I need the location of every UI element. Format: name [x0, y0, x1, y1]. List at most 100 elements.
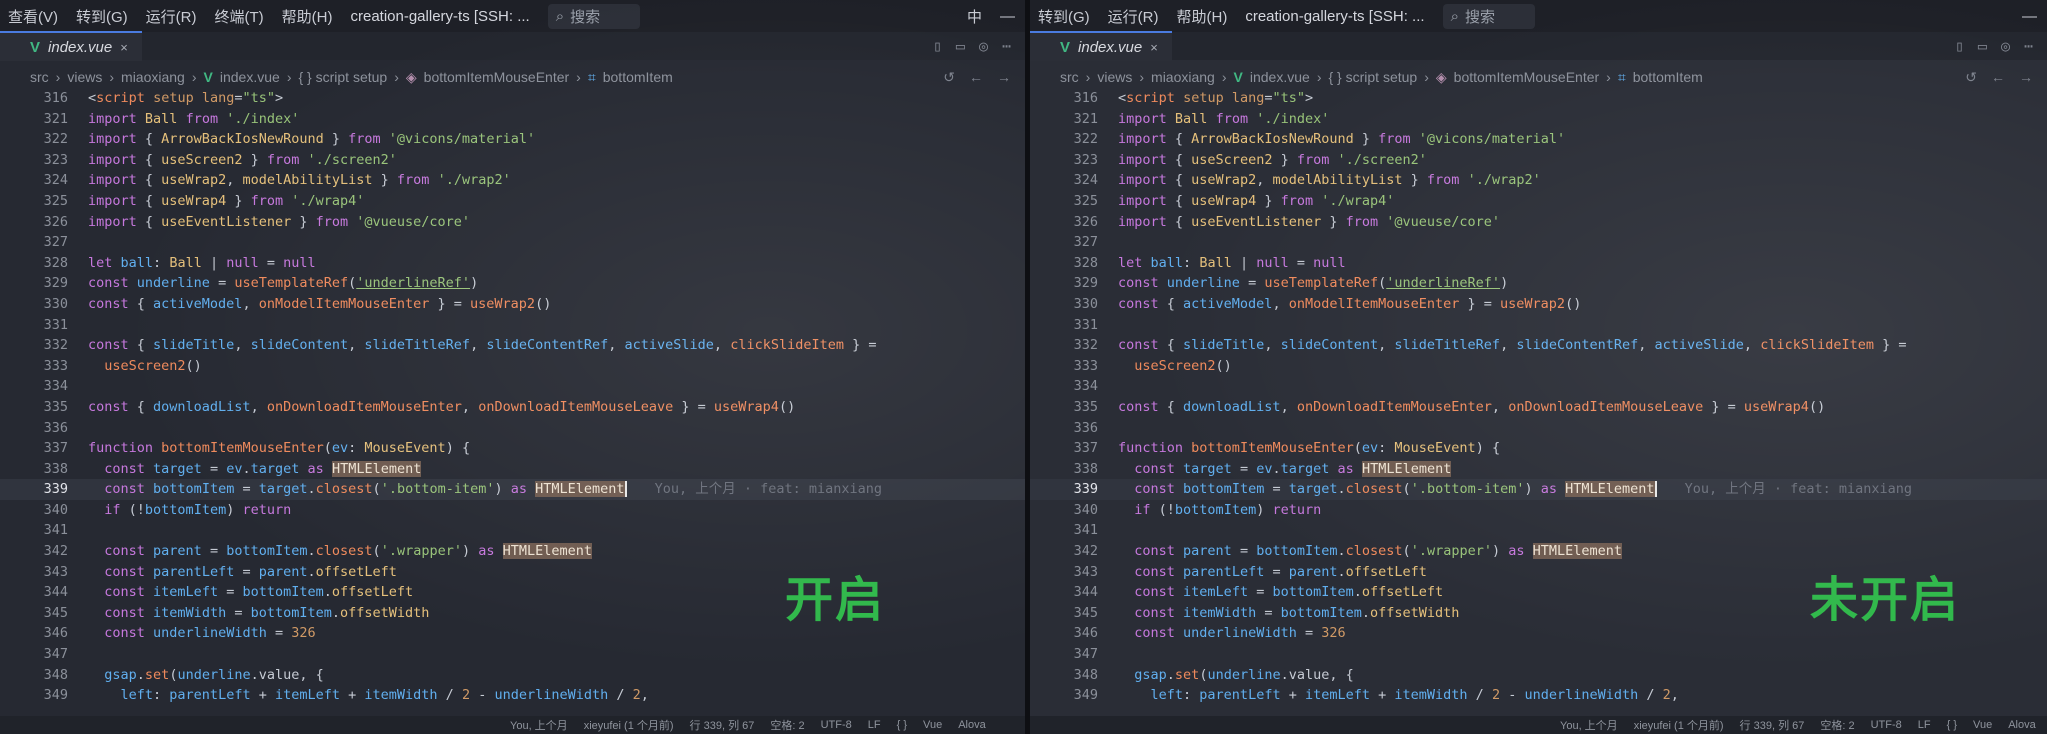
layout-icon[interactable]: ▭ — [1978, 37, 1987, 55]
code-line[interactable]: 338 const target = ev.target as HTMLElem… — [0, 459, 1025, 480]
code-line[interactable]: 325 import { useWrap4 } from './wrap4' — [1030, 191, 2047, 212]
code-line[interactable]: 334 — [1030, 376, 2047, 397]
code-line[interactable]: 329 const underline = useTemplateRef('und… — [1030, 273, 2047, 294]
code-line[interactable]: 322 import { ArrowBackIosNewRound } from … — [0, 129, 1025, 150]
code-line[interactable]: 340 if (!bottomItem) return — [1030, 500, 2047, 521]
crumb-file[interactable]: index.vue — [220, 69, 280, 85]
status-language[interactable]: Vue — [1973, 719, 1992, 731]
crumb-file[interactable]: index.vue — [1250, 69, 1310, 85]
code-line[interactable]: 331 — [0, 315, 1025, 336]
crumb-views[interactable]: views — [67, 69, 102, 85]
code-line[interactable]: 324 import { useWrap2, modelAbilityList }… — [0, 170, 1025, 191]
split-editor-icon[interactable]: ▯ — [1955, 37, 1964, 55]
more-icon[interactable]: ⋯ — [2024, 37, 2033, 55]
menu-item-help[interactable]: 帮助(H) — [1177, 6, 1228, 27]
status-eol[interactable]: LF — [1918, 719, 1931, 731]
code-line[interactable]: 327 — [1030, 232, 2047, 253]
code-line[interactable]: 330 const { activeModel, onModelItemMouse… — [1030, 294, 2047, 315]
crumb-function[interactable]: bottomItemMouseEnter — [1454, 69, 1600, 85]
code-line[interactable]: 349 left: parentLeft + itemLeft + itemWi… — [1030, 685, 2047, 706]
search-box[interactable]: ⌕ 搜索 — [1442, 3, 1535, 29]
history-icon[interactable]: ↺ — [943, 69, 955, 86]
close-icon[interactable]: × — [1150, 40, 1158, 55]
crumb-script-setup[interactable]: { } script setup — [1328, 69, 1417, 85]
crumb-miaoxiang[interactable]: miaoxiang — [1151, 69, 1215, 85]
crumb-script-setup[interactable]: { } script setup — [298, 69, 387, 85]
code-line[interactable]: 321 import Ball from './index' — [0, 109, 1025, 130]
code-line[interactable]: 335 const { downloadList, onDownloadItemM… — [1030, 397, 2047, 418]
status-blame[interactable]: xieyufei (1 个月前) — [1634, 717, 1724, 733]
crumb-variable[interactable]: bottomItem — [603, 69, 673, 85]
code-line[interactable]: 347 — [0, 644, 1025, 665]
menu-item-view[interactable]: 查看(V) — [8, 6, 58, 27]
status-alova[interactable]: Alova — [2008, 719, 2036, 731]
code-line[interactable]: 323 import { useScreen2 } from './screen2… — [0, 150, 1025, 171]
code-line[interactable]: 334 — [0, 376, 1025, 397]
more-icon[interactable]: ⋯ — [1002, 37, 1011, 55]
crumb-src[interactable]: src — [1060, 69, 1079, 85]
back-icon[interactable]: ← — [969, 69, 983, 86]
status-indent[interactable]: 空格: 2 — [770, 717, 804, 733]
menu-item-help[interactable]: 帮助(H) — [282, 6, 333, 27]
back-icon[interactable]: ← — [1991, 69, 2005, 86]
code-line[interactable]: 333 useScreen2() — [1030, 356, 2047, 377]
code-line[interactable]: 338 const target = ev.target as HTMLElem… — [1030, 459, 2047, 480]
status-author[interactable]: You, 上个月 — [510, 717, 568, 733]
status-author[interactable]: You, 上个月 — [1560, 717, 1618, 733]
code-line[interactable]: 331 — [1030, 315, 2047, 336]
status-language[interactable]: Vue — [923, 719, 942, 731]
split-editor-icon[interactable]: ▯ — [933, 37, 942, 55]
code-line[interactable]: 348 gsap.set(underline.value, { — [0, 665, 1025, 686]
code-line[interactable]: 342 const parent = bottomItem.closest('.… — [0, 541, 1025, 562]
code-line[interactable]: 326 import { useEventListener } from '@vu… — [0, 212, 1025, 233]
status-eol[interactable]: LF — [868, 719, 881, 731]
status-blame[interactable]: xieyufei (1 个月前) — [584, 717, 674, 733]
code-line[interactable]: 333 useScreen2() — [0, 356, 1025, 377]
menu-item-run[interactable]: 运行(R) — [146, 6, 197, 27]
search-box[interactable]: ⌕ 搜索 — [547, 3, 641, 29]
history-icon[interactable]: ↺ — [1965, 69, 1977, 86]
tab-index-vue[interactable]: V index.vue × — [0, 31, 142, 61]
code-line[interactable]: 324 import { useWrap2, modelAbilityList }… — [1030, 170, 2047, 191]
code-line[interactable]: 337 function bottomItemMouseEnter(ev: Mou… — [1030, 438, 2047, 459]
code-line[interactable]: 316 <script setup lang="ts"> — [0, 88, 1025, 109]
code-line[interactable]: 332 const { slideTitle, slideContent, sli… — [1030, 335, 2047, 356]
code-line[interactable]: 336 — [0, 418, 1025, 439]
compare-icon[interactable]: ◎ — [2001, 37, 2010, 55]
crumb-variable[interactable]: bottomItem — [1633, 69, 1703, 85]
status-encoding[interactable]: UTF-8 — [1871, 719, 1902, 731]
code-line[interactable]: 322 import { ArrowBackIosNewRound } from … — [1030, 129, 2047, 150]
code-line[interactable]: 347 — [1030, 644, 2047, 665]
code-line[interactable]: 323 import { useScreen2 } from './screen2… — [1030, 150, 2047, 171]
menu-item-terminal[interactable]: 终端(T) — [215, 6, 264, 27]
minimize-icon[interactable]: — — [1000, 8, 1025, 25]
code-line[interactable]: 328 let ball: Ball | null = null — [0, 253, 1025, 274]
crumb-miaoxiang[interactable]: miaoxiang — [121, 69, 185, 85]
status-braces[interactable]: { } — [897, 719, 907, 731]
code-line[interactable]: 329 const underline = useTemplateRef('und… — [0, 273, 1025, 294]
menu-item-goto[interactable]: 转到(G) — [1038, 6, 1090, 27]
code-line[interactable]: 316 <script setup lang="ts"> — [1030, 88, 2047, 109]
minimize-icon[interactable]: — — [2022, 8, 2047, 25]
status-position[interactable]: 行 339, 列 67 — [690, 717, 755, 733]
code-line[interactable]: 337 function bottomItemMouseEnter(ev: Mou… — [0, 438, 1025, 459]
layout-icon[interactable]: ▭ — [956, 37, 965, 55]
code-line[interactable]: 330 const { activeModel, onModelItemMouse… — [0, 294, 1025, 315]
close-icon[interactable]: × — [120, 40, 128, 55]
status-indent[interactable]: 空格: 2 — [1820, 717, 1854, 733]
code-line[interactable]: 341 — [0, 520, 1025, 541]
code-line[interactable]: 328 let ball: Ball | null = null — [1030, 253, 2047, 274]
code-line[interactable]: 335 const { downloadList, onDownloadItemM… — [0, 397, 1025, 418]
crumb-views[interactable]: views — [1097, 69, 1132, 85]
code-line[interactable]: 339 const bottomItem = target.closest('.… — [0, 479, 1025, 500]
code-line[interactable]: 325 import { useWrap4 } from './wrap4' — [0, 191, 1025, 212]
code-line[interactable]: 327 — [0, 232, 1025, 253]
code-line[interactable]: 342 const parent = bottomItem.closest('.… — [1030, 541, 2047, 562]
code-line[interactable]: 336 — [1030, 418, 2047, 439]
status-encoding[interactable]: UTF-8 — [821, 719, 852, 731]
compare-icon[interactable]: ◎ — [979, 37, 988, 55]
code-line[interactable]: 326 import { useEventListener } from '@vu… — [1030, 212, 2047, 233]
status-position[interactable]: 行 339, 列 67 — [1740, 717, 1805, 733]
code-line[interactable]: 332 const { slideTitle, slideContent, sli… — [0, 335, 1025, 356]
code-line[interactable]: 321 import Ball from './index' — [1030, 109, 2047, 130]
